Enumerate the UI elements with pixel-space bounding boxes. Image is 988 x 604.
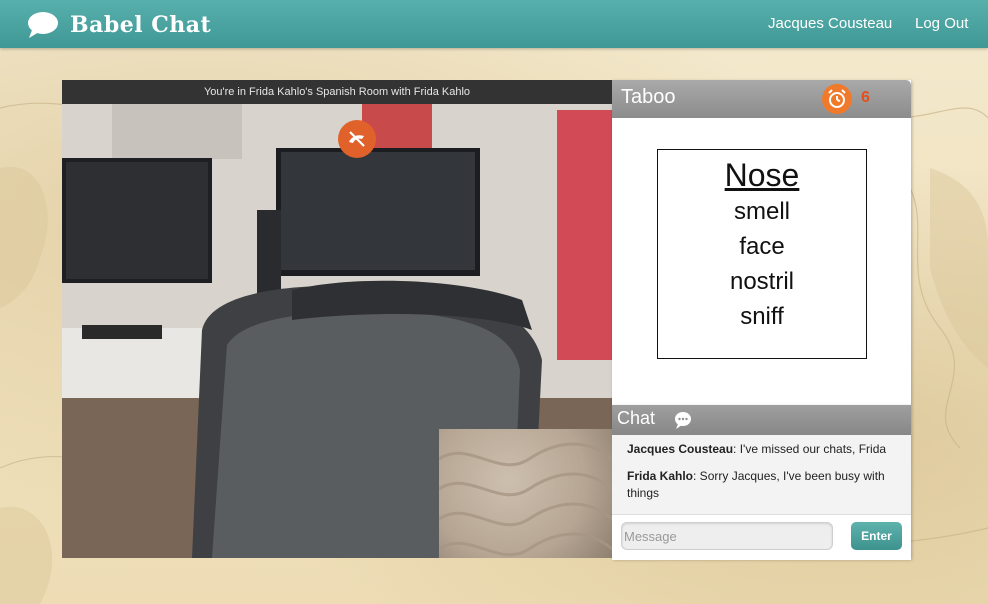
app-name: Babel Chat bbox=[70, 12, 212, 38]
brand[interactable]: Babel Chat bbox=[26, 8, 211, 42]
room-banner: You're in Frida Kahlo's Spanish Room wit… bbox=[62, 80, 612, 104]
chat-panel: Chat Jacques Cousteau: I've missed our c… bbox=[612, 405, 911, 560]
taboo-word: face bbox=[739, 233, 785, 260]
timer-value: 6 bbox=[861, 89, 870, 106]
message-sender: Jacques Cousteau bbox=[627, 442, 734, 456]
taboo-word: nostril bbox=[729, 268, 795, 295]
enter-button[interactable]: Enter bbox=[851, 522, 902, 550]
message-text: : I've missed our chats, Frida bbox=[733, 442, 887, 456]
chat-title: Chat bbox=[617, 408, 656, 428]
taboo-word: sniff bbox=[740, 303, 784, 330]
taboo-word: smell bbox=[733, 198, 790, 225]
self-video-thumbnail bbox=[439, 429, 612, 558]
chat-bubble-icon bbox=[675, 412, 691, 429]
logout-link[interactable]: Log Out bbox=[915, 15, 968, 32]
chat-message: Jacques Cousteau: I've missed our chats,… bbox=[627, 441, 896, 458]
taboo-panel: Taboo 6 Nose smell face nostril sniff bbox=[612, 80, 911, 405]
target-word: Nose bbox=[724, 157, 800, 193]
chat-message: Frida Kahlo: Sorry Jacques, I've been bu… bbox=[627, 468, 896, 502]
alarm-clock-icon bbox=[822, 84, 852, 114]
chat-message-list: Jacques Cousteau: I've missed our chats,… bbox=[612, 435, 911, 514]
taboo-title: Taboo bbox=[621, 86, 676, 108]
chat-header: Chat bbox=[612, 405, 911, 435]
hang-up-button[interactable] bbox=[338, 120, 376, 158]
top-navbar: Babel Chat Jacques Cousteau Log Out bbox=[0, 0, 988, 48]
speech-bubble-icon bbox=[28, 12, 58, 38]
taboo-card: Nose smell face nostril sniff bbox=[657, 149, 867, 359]
taboo-header: Taboo 6 bbox=[612, 80, 911, 118]
hang-up-phone-icon bbox=[349, 131, 365, 147]
message-sender: Frida Kahlo bbox=[627, 469, 694, 483]
video-feed: You're in Frida Kahlo's Spanish Room wit… bbox=[62, 80, 612, 558]
user-name-link[interactable]: Jacques Cousteau bbox=[768, 15, 892, 32]
message-input[interactable] bbox=[621, 522, 833, 550]
chat-input-row: Enter bbox=[612, 514, 911, 560]
